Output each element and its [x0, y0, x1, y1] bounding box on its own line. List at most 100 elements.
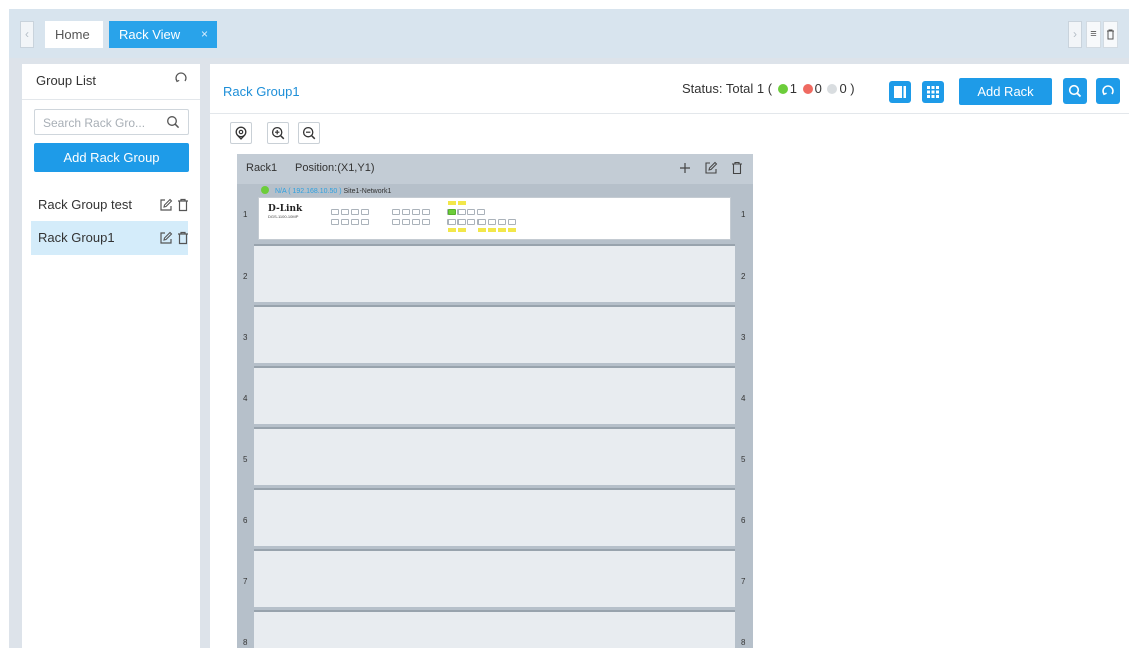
group-list-item[interactable]: Rack Group1: [31, 221, 188, 255]
search-icon[interactable]: [166, 115, 180, 129]
rack-slot[interactable]: [254, 427, 735, 485]
divider: [22, 99, 200, 100]
switch-port[interactable]: [331, 209, 339, 215]
search-rack-group-input[interactable]: [43, 114, 163, 131]
group-list-title: Group List: [36, 73, 96, 88]
device-online-dot-icon: [261, 186, 269, 194]
tab-home[interactable]: Home: [45, 21, 103, 48]
switch-port[interactable]: [341, 209, 349, 215]
search-rack-group-field[interactable]: [34, 109, 189, 135]
switch-port[interactable]: [448, 219, 456, 225]
switch-port[interactable]: [458, 209, 466, 215]
refresh-icon: [1102, 85, 1114, 96]
switch-port[interactable]: [422, 219, 430, 225]
switch-port[interactable]: [402, 209, 410, 215]
panel-view-icon: [894, 86, 906, 98]
delete-icon[interactable]: [730, 161, 744, 175]
slot-number-right: 6: [741, 516, 746, 525]
switch-port[interactable]: [351, 209, 359, 215]
delete-icon[interactable]: [176, 198, 190, 212]
zoom-out-icon: [302, 126, 316, 140]
single-view-button[interactable]: [889, 81, 911, 103]
switch-port[interactable]: [331, 219, 339, 225]
sfp-port[interactable]: [498, 219, 506, 225]
rack-slot[interactable]: [254, 488, 735, 546]
sfp-port[interactable]: [488, 219, 496, 225]
add-rack-group-button[interactable]: Add Rack Group: [34, 143, 189, 172]
tab-scroll-right-button[interactable]: ›: [1068, 21, 1082, 48]
location-pin-icon: [235, 126, 247, 140]
grid-view-button[interactable]: [922, 81, 944, 103]
switch-port[interactable]: [361, 219, 369, 225]
rack-slot[interactable]: [254, 244, 735, 302]
device-brand-logo: D-Link: [268, 204, 303, 214]
tab-rack-view-label: Rack View: [119, 27, 181, 42]
tab-close-all-icon[interactable]: [1103, 21, 1118, 48]
divider: [210, 113, 1129, 114]
port-tag: [458, 201, 466, 205]
status-unknown-count: 0: [839, 81, 847, 96]
slot-number-left: 4: [243, 394, 248, 403]
locate-button[interactable]: [230, 122, 252, 144]
port-tag: [508, 228, 516, 232]
rack-slot[interactable]: [254, 366, 735, 424]
rack-group-panel: Rack Group1 Status: Total 1 ( 1 0 0 ) Ad…: [210, 64, 1129, 648]
switch-port[interactable]: [402, 219, 410, 225]
switch-port[interactable]: [448, 209, 456, 215]
sfp-port[interactable]: [508, 219, 516, 225]
switch-port[interactable]: [458, 219, 466, 225]
tab-rack-view[interactable]: Rack View ×: [109, 21, 217, 48]
app-frame: ‹ Home Rack View × › ≡ Group List Add Ra…: [9, 9, 1129, 648]
port-tag: [458, 228, 466, 232]
edit-icon[interactable]: [704, 161, 718, 175]
tab-menu-icon[interactable]: ≡: [1086, 21, 1101, 48]
tab-close-icon[interactable]: ×: [201, 21, 208, 48]
switch-port[interactable]: [361, 209, 369, 215]
switch-port[interactable]: [467, 219, 475, 225]
port-tag: [448, 228, 456, 232]
delete-icon[interactable]: [176, 231, 190, 245]
device-site: Site1-Network1: [343, 188, 392, 195]
switch-port[interactable]: [412, 219, 420, 225]
zoom-out-button[interactable]: [298, 122, 320, 144]
switch-port[interactable]: [351, 219, 359, 225]
slot-number-right: 5: [741, 455, 746, 464]
rack-position: Position:(X1,Y1): [295, 162, 375, 174]
search-button[interactable]: [1063, 78, 1087, 104]
search-icon: [1068, 84, 1082, 98]
switch-port[interactable]: [341, 219, 349, 225]
switch-port[interactable]: [412, 209, 420, 215]
status-label: Status: Total 1 (: [682, 81, 773, 96]
switch-port[interactable]: [392, 209, 400, 215]
rack-slot[interactable]: [254, 305, 735, 363]
switch-port[interactable]: [392, 219, 400, 225]
refresh-button[interactable]: [1096, 78, 1120, 104]
rack-slot[interactable]: [254, 549, 735, 607]
page-title: Rack Group1: [223, 84, 300, 99]
device-panel[interactable]: D-Link DGS-1100-10MP: [258, 197, 731, 240]
slot-number-left: 6: [243, 516, 248, 525]
port-tag: [488, 228, 496, 232]
edit-icon[interactable]: [159, 198, 173, 212]
sfp-port[interactable]: [478, 219, 486, 225]
refresh-icon[interactable]: [174, 71, 188, 85]
unknown-dot-icon: [827, 84, 838, 94]
add-device-icon[interactable]: [678, 161, 692, 175]
port-tag: [498, 228, 506, 232]
zoom-in-button[interactable]: [267, 122, 289, 144]
edit-icon[interactable]: [159, 231, 173, 245]
add-rack-button[interactable]: Add Rack: [959, 78, 1052, 105]
device-header[interactable]: N/A ( 192.168.10.50 ) Site1-Network1: [261, 186, 392, 195]
switch-port[interactable]: [422, 209, 430, 215]
tab-scroll-left-button[interactable]: ‹: [20, 21, 34, 48]
port-tag: [478, 228, 486, 232]
group-list-item[interactable]: Rack Group test: [31, 188, 188, 222]
switch-port[interactable]: [467, 209, 475, 215]
switch-port[interactable]: [477, 209, 485, 215]
rack-cabinet[interactable]: Rack1 Position:(X1,Y1) 1 1 2 2 3 3 4 4 5…: [237, 154, 753, 648]
slot-number-right: 8: [741, 638, 746, 647]
tab-bar: ‹ Home Rack View × › ≡: [9, 9, 1129, 58]
rack-slot[interactable]: [254, 610, 735, 648]
slot-number-right: 1: [741, 210, 746, 219]
slot-number-left: 5: [243, 455, 248, 464]
